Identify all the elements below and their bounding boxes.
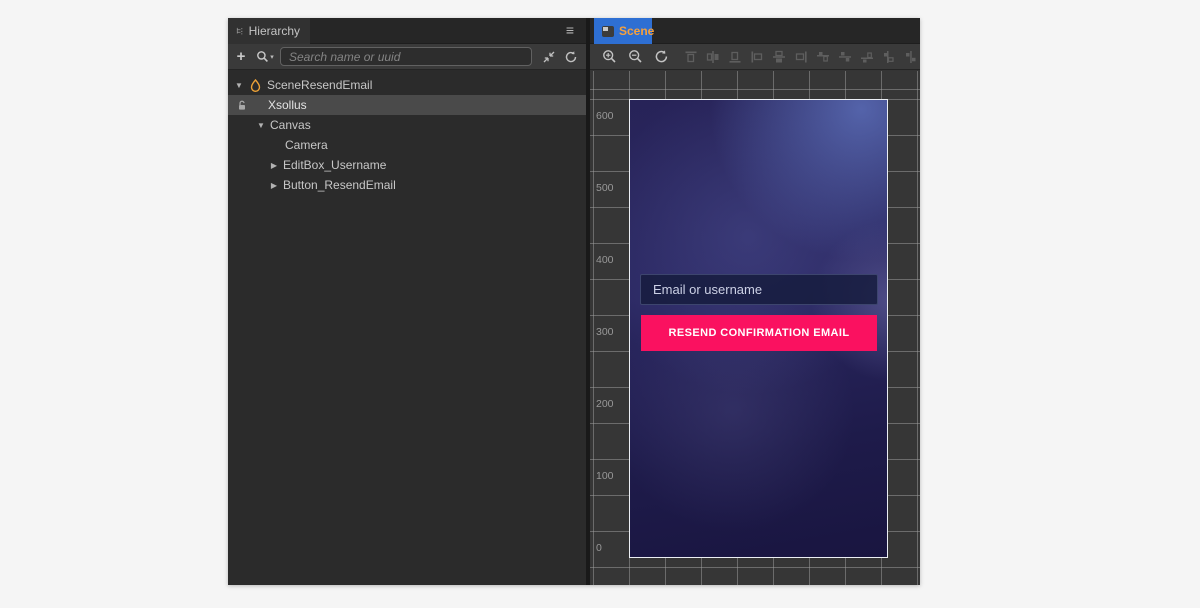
collapse-all-icon	[542, 50, 556, 64]
expand-arrow-icon[interactable]	[234, 81, 244, 90]
add-node-button[interactable]: +	[230, 48, 252, 65]
scene-tabbar: Scene	[590, 18, 920, 44]
refresh-icon	[564, 50, 578, 64]
tab-hierarchy[interactable]: Hierarchy	[228, 18, 310, 44]
align-right-button[interactable]	[794, 50, 808, 64]
scene-toolbar	[590, 44, 920, 70]
expand-arrow-icon[interactable]	[256, 121, 266, 130]
distribute-v-center-button[interactable]	[838, 50, 852, 64]
ruler-label: 200	[596, 398, 614, 410]
zoom-in-button[interactable]	[598, 46, 620, 68]
tree-row-label: Button_ResendEmail	[283, 178, 396, 192]
align-left-button[interactable]	[750, 50, 764, 64]
collapse-all-button[interactable]	[538, 46, 560, 68]
zoom-out-button[interactable]	[624, 46, 646, 68]
distribute-top-button[interactable]	[816, 50, 830, 64]
search-icon	[256, 50, 269, 63]
collapse-arrow-icon[interactable]	[269, 161, 279, 170]
editbox-placeholder: Email or username	[653, 282, 762, 297]
zoom-in-icon	[602, 49, 617, 64]
tree-row-scene-root[interactable]: SceneResendEmail	[228, 75, 586, 95]
editor-window: Hierarchy + ▾	[228, 18, 920, 585]
hierarchy-icon	[236, 25, 244, 37]
ruler-label: 600	[596, 110, 614, 122]
distribute-bottom-button[interactable]	[860, 50, 874, 64]
tab-scene[interactable]: Scene	[594, 18, 652, 44]
tree-row-button-resendemail[interactable]: Button_ResendEmail	[228, 175, 586, 195]
distribute-h-center-button[interactable]	[904, 50, 918, 64]
tab-scene-label: Scene	[619, 24, 654, 38]
tree-row-label: SceneResendEmail	[267, 78, 372, 92]
reset-view-icon	[654, 49, 669, 64]
hierarchy-tabbar: Hierarchy	[228, 18, 586, 44]
search-input[interactable]	[280, 47, 532, 66]
resend-email-button-label: RESEND CONFIRMATION EMAIL	[669, 327, 850, 339]
tree-row-canvas[interactable]: Canvas	[228, 115, 586, 135]
tree-row-label: Camera	[285, 138, 328, 152]
scene-viewport[interactable]: 600 500 400 300 200 100 0 Email or usern…	[590, 71, 920, 585]
align-bottom-button[interactable]	[728, 50, 742, 64]
tree-row-label: Canvas	[270, 118, 311, 132]
align-top-button[interactable]	[684, 50, 698, 64]
tree-row-xsollus[interactable]: Xsollus	[228, 95, 586, 115]
game-canvas[interactable]: Email or username RESEND CONFIRMATION EM…	[629, 99, 888, 558]
zoom-controls	[598, 46, 672, 68]
hierarchy-tree: SceneResendEmail Xsollus Canvas Camer	[228, 71, 586, 585]
zoom-out-icon	[628, 49, 643, 64]
scene-panel: Scene	[590, 18, 920, 585]
chevron-down-icon: ▾	[270, 53, 274, 61]
ruler-label: 400	[596, 254, 614, 266]
tab-hierarchy-label: Hierarchy	[249, 24, 300, 38]
scene-asset-icon	[250, 79, 261, 92]
hierarchy-panel: Hierarchy + ▾	[228, 18, 586, 585]
tree-row-editbox-username[interactable]: EditBox_Username	[228, 155, 586, 175]
resend-email-button[interactable]: RESEND CONFIRMATION EMAIL	[641, 315, 877, 351]
align-tools	[684, 50, 920, 64]
lock-icon[interactable]	[237, 100, 247, 111]
tree-row-label: Xsollus	[268, 98, 307, 112]
align-h-center-button[interactable]	[772, 50, 786, 64]
distribute-left-button[interactable]	[882, 50, 896, 64]
ruler-label: 0	[596, 542, 602, 554]
tree-row-camera[interactable]: Camera	[228, 135, 586, 155]
ruler-label: 100	[596, 470, 614, 482]
refresh-button[interactable]	[560, 46, 582, 68]
reset-view-button[interactable]	[650, 46, 672, 68]
search-filter-button[interactable]: ▾	[252, 50, 278, 63]
scene-tab-icon	[602, 26, 614, 37]
hierarchy-toolbar: + ▾	[228, 44, 586, 70]
panel-menu-icon[interactable]	[566, 22, 574, 38]
ruler-label: 300	[596, 326, 614, 338]
ruler-label: 500	[596, 182, 614, 194]
align-v-center-button[interactable]	[706, 50, 720, 64]
collapse-arrow-icon[interactable]	[269, 181, 279, 190]
editbox-username[interactable]: Email or username	[640, 274, 878, 305]
tree-row-label: EditBox_Username	[283, 158, 386, 172]
